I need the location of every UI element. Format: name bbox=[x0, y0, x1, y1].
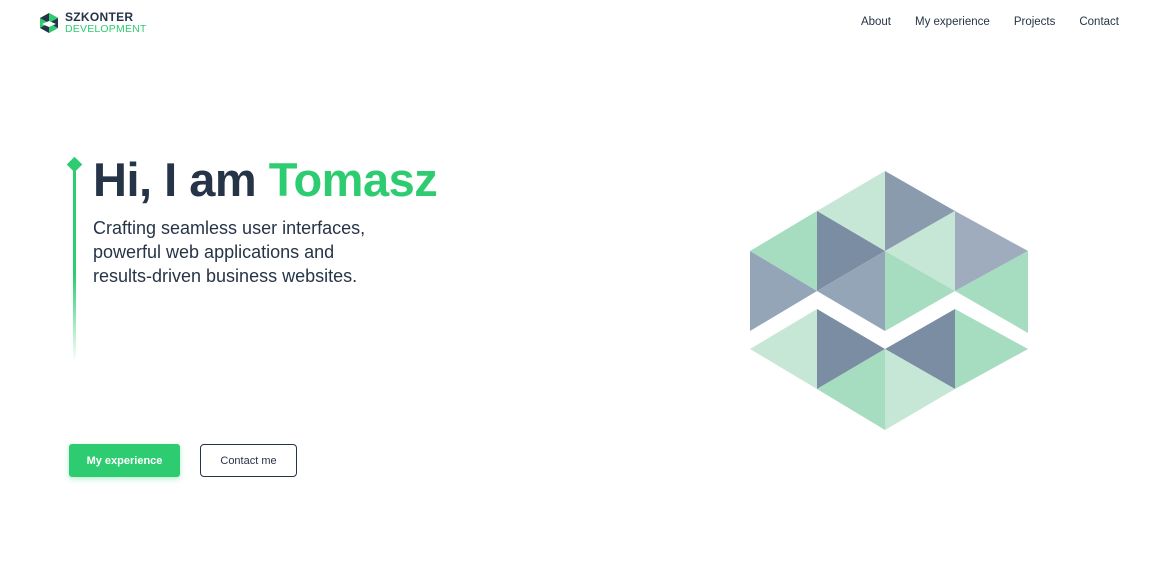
hero-headline: Hi, I am Tomasz bbox=[93, 152, 438, 207]
hero-hexagon-graphic bbox=[750, 171, 1028, 430]
nav-link-my-experience[interactable]: My experience bbox=[915, 16, 990, 28]
hero-name: Tomasz bbox=[268, 153, 438, 206]
brand-logo[interactable]: SZKONTER DEVELOPMENT bbox=[38, 11, 147, 35]
hero-accent-line bbox=[73, 170, 76, 362]
nav-link-contact[interactable]: Contact bbox=[1079, 16, 1119, 28]
hero-accent-diamond bbox=[66, 156, 83, 173]
nav-link-about[interactable]: About bbox=[861, 16, 891, 28]
hero-subtitle-line: results-driven business websites. bbox=[93, 266, 358, 286]
page: SZKONTER DEVELOPMENT About My experience… bbox=[0, 0, 1157, 580]
brand-name-bottom: DEVELOPMENT bbox=[65, 23, 147, 35]
brand-wordmark: SZKONTER DEVELOPMENT bbox=[65, 11, 147, 35]
hero-greeting: Hi, I am bbox=[93, 153, 269, 206]
hero-subtitle: Crafting seamless user interfaces, power… bbox=[93, 216, 413, 288]
contact-me-button[interactable]: Contact me bbox=[200, 444, 297, 477]
nav-link-projects[interactable]: Projects bbox=[1014, 16, 1056, 28]
my-experience-button[interactable]: My experience bbox=[69, 444, 180, 477]
hero-subtitle-line: powerful web applications and bbox=[93, 242, 335, 262]
hexagon-logo-icon bbox=[40, 12, 58, 33]
brand-name-top: SZKONTER bbox=[65, 10, 134, 24]
hero-subtitle-line: Crafting seamless user interfaces, bbox=[93, 218, 366, 238]
main-nav: About My experience Projects Contact bbox=[861, 16, 1119, 28]
